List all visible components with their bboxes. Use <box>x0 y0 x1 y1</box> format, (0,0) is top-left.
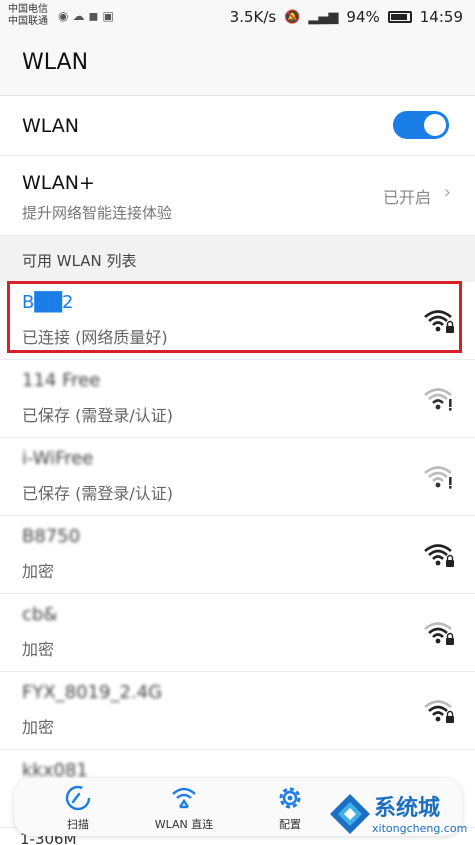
signal-icon: ▂▄▆ <box>308 9 339 25</box>
notification-icons: ◉☁◼▣ <box>58 9 118 23</box>
app-icon: ▣ <box>102 9 118 23</box>
status-right: 3.5K/s 🔕 ▂▄▆ 94% 14:59 <box>230 8 463 26</box>
carrier-2: 中国联通 <box>8 16 48 27</box>
watermark-logo-icon <box>330 794 370 834</box>
network-item-4[interactable]: cb& 加密 <box>0 594 475 672</box>
network-name: FYX_8019_2.4G <box>22 682 163 703</box>
wifi-lock-icon <box>424 700 454 723</box>
watermark-url: xitongcheng.com <box>372 822 468 835</box>
carrier-1: 中国电信 <box>8 4 48 15</box>
wifi-lock-icon <box>424 544 454 567</box>
carrier-info: 中国电信 中国联通 <box>8 4 48 28</box>
wifi-warning-icon <box>424 388 452 411</box>
network-item-2[interactable]: i-WiFree 已保存 (需登录/认证) <box>0 438 475 516</box>
wifi-warning-icon <box>424 466 452 489</box>
watermark: 系统城 xitongcheng.com <box>322 786 472 842</box>
network-name: i-WiFree <box>22 448 94 469</box>
network-item-5[interactable]: FYX_8019_2.4G 加密 <box>0 672 475 750</box>
wlan-plus-label: WLAN+ <box>22 172 95 194</box>
network-item-3[interactable]: B8750 加密 <box>0 516 475 594</box>
wlan-plus-row[interactable]: WLAN+ 提升网络智能连接体验 已开启 › <box>0 156 475 236</box>
title-bar: WLAN <box>0 34 475 96</box>
network-status: 已保存 (需登录/认证) <box>22 406 173 425</box>
gear-icon <box>279 787 301 809</box>
connected-network-highlight <box>7 281 462 353</box>
section-label: 可用 WLAN 列表 <box>22 252 137 270</box>
battery-icon <box>387 11 412 23</box>
hotspot-icon: ◉ <box>58 9 73 23</box>
network-status: 已保存 (需登录/认证) <box>22 484 173 503</box>
switch-knob <box>424 114 446 136</box>
scan-icon <box>65 785 91 811</box>
scan-button[interactable]: 扫描 <box>30 784 126 832</box>
network-speed: 3.5K/s <box>229 8 277 26</box>
page-title: WLAN <box>22 50 89 75</box>
network-status: 加密 <box>22 562 55 581</box>
network-status: 加密 <box>22 640 55 659</box>
network-name: cb& <box>22 604 58 625</box>
network-name: B8750 <box>22 526 81 547</box>
watermark-text: 系统城 <box>374 796 441 821</box>
wlan-toggle-row[interactable]: WLAN <box>0 96 475 156</box>
network-list-header: 可用 WLAN 列表 <box>0 236 475 282</box>
network-name: 114 Free <box>22 370 101 391</box>
wlan-direct-button[interactable]: WLAN 直连 <box>136 784 232 832</box>
network-status: 加密 <box>22 718 55 737</box>
cat-icon: ◼ <box>88 9 103 23</box>
chevron-right-icon: › <box>443 182 451 203</box>
wifi-direct-icon <box>172 787 196 809</box>
clock: 14:59 <box>419 8 463 26</box>
status-bar: 中国电信 中国联通 ◉☁◼▣ 3.5K/s 🔕 ▂▄▆ 94% 14:59 <box>0 0 475 34</box>
wifi-lock-icon <box>424 622 454 645</box>
wlan-plus-subtitle: 提升网络智能连接体验 <box>22 204 173 222</box>
scan-label: 扫描 <box>67 818 89 831</box>
wlan-switch[interactable] <box>393 111 449 139</box>
wlan-plus-value: 已开启 <box>382 188 431 207</box>
mute-icon: 🔕 <box>284 9 301 25</box>
network-item-1[interactable]: 114 Free 已保存 (需登录/认证) <box>0 360 475 438</box>
cloud-icon: ☁ <box>72 9 89 23</box>
wlan-direct-label: WLAN 直连 <box>154 818 214 831</box>
battery-percent: 94% <box>346 8 380 26</box>
wlan-toggle-label: WLAN <box>22 115 80 137</box>
